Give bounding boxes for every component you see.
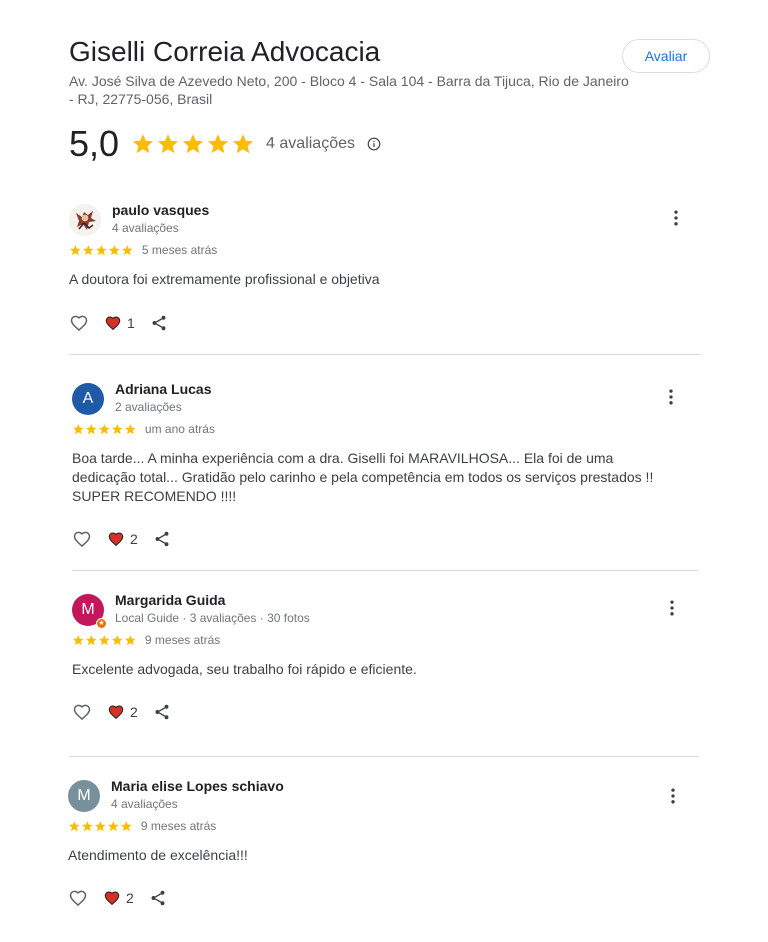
- review-stars: 5 meses atrás: [69, 243, 217, 257]
- heart-icon: [104, 314, 122, 332]
- share-icon[interactable]: [149, 889, 167, 907]
- avatar-letter: M: [77, 787, 91, 804]
- review-actions: 2: [72, 702, 171, 722]
- reviewer-meta: Local Guide · 3 avaliações · 30 fotos: [115, 611, 310, 625]
- reviewer-name[interactable]: Adriana Lucas: [115, 381, 211, 397]
- review-text: Atendimento de excelência!!!: [68, 847, 248, 863]
- reviewer-name[interactable]: Maria elise Lopes schiavo: [111, 778, 284, 794]
- star-icon: [111, 634, 124, 647]
- review-text: A doutora foi extremamente profissional …: [69, 271, 380, 287]
- star-icon: [121, 244, 134, 257]
- reviewer-meta: 4 avaliações: [112, 221, 179, 235]
- avatar[interactable]: M: [68, 780, 100, 812]
- like-icon[interactable]: [68, 888, 88, 908]
- business-address: Av. José Silva de Azevedo Neto, 200 - Bl…: [69, 73, 629, 107]
- more-options-icon[interactable]: [663, 786, 683, 806]
- rating-stars: [131, 132, 256, 156]
- likes-indicator[interactable]: 2: [107, 530, 138, 548]
- review-text: Boa tarde... A minha experiência com a d…: [72, 450, 654, 504]
- likes-indicator[interactable]: 2: [107, 703, 138, 721]
- star-icon: [72, 423, 85, 436]
- overall-rating: 5,0 4 avaliações: [69, 124, 709, 164]
- reviewer-meta: 4 avaliações: [111, 797, 178, 811]
- divider: [69, 756, 699, 757]
- heart-icon: [107, 530, 125, 548]
- reviewer-name[interactable]: paulo vasques: [112, 202, 209, 218]
- like-count: 2: [126, 890, 134, 906]
- like-count: 2: [130, 531, 138, 547]
- star-icon: [98, 423, 111, 436]
- share-icon[interactable]: [150, 314, 168, 332]
- review-count: 4 avaliações: [266, 135, 355, 152]
- review-date: um ano atrás: [144, 422, 215, 436]
- star-icon: [108, 244, 121, 257]
- star-icon: [206, 132, 230, 156]
- review-actions: 2: [68, 888, 167, 908]
- star-icon: [85, 423, 98, 436]
- review-date: 9 meses atrás: [144, 633, 221, 647]
- review-date: 9 meses atrás: [140, 819, 217, 833]
- avatar[interactable]: M ★: [72, 594, 107, 629]
- star-icon: [95, 244, 108, 257]
- star-icon: [120, 820, 133, 833]
- like-icon[interactable]: [69, 313, 89, 333]
- star-icon: [72, 634, 85, 647]
- avatar[interactable]: A: [72, 383, 104, 415]
- star-icon: [131, 132, 155, 156]
- star-icon: [181, 132, 205, 156]
- like-icon[interactable]: [72, 529, 92, 549]
- info-icon[interactable]: [367, 137, 381, 151]
- star-icon: [69, 244, 82, 257]
- heart-icon: [107, 703, 125, 721]
- reviewer-meta: 2 avaliações: [115, 400, 182, 414]
- star-icon: [85, 634, 98, 647]
- business-title: Giselli Correia Advocacia: [69, 36, 381, 67]
- star-icon: [231, 132, 255, 156]
- likes-indicator[interactable]: 2: [103, 889, 134, 907]
- star-icon: [98, 634, 111, 647]
- divider: [72, 570, 698, 571]
- review-actions: 1: [69, 313, 168, 333]
- illustrated-avatar-icon: [69, 204, 101, 236]
- star-icon: [124, 423, 137, 436]
- local-guide-star-icon: ★: [96, 618, 107, 629]
- review-actions: 2: [72, 529, 171, 549]
- avatar-letter: M: [81, 601, 95, 618]
- more-options-icon[interactable]: [662, 598, 682, 618]
- rate-button[interactable]: Avaliar: [622, 39, 710, 73]
- avatar[interactable]: [69, 204, 101, 236]
- avatar-letter: A: [82, 390, 94, 407]
- more-options-icon[interactable]: [661, 387, 681, 407]
- divider: [69, 354, 701, 355]
- review-stars: um ano atrás: [72, 422, 215, 436]
- heart-icon: [103, 889, 121, 907]
- star-icon: [82, 244, 95, 257]
- more-options-icon[interactable]: [666, 208, 686, 228]
- star-icon: [81, 820, 94, 833]
- share-icon[interactable]: [153, 703, 171, 721]
- star-icon: [68, 820, 81, 833]
- star-icon: [124, 634, 137, 647]
- review-stars: 9 meses atrás: [72, 633, 220, 647]
- review-stars: 9 meses atrás: [68, 819, 216, 833]
- reviewer-name[interactable]: Margarida Guida: [115, 592, 225, 608]
- share-icon[interactable]: [153, 530, 171, 548]
- like-icon[interactable]: [72, 702, 92, 722]
- business-header: Giselli Correia Advocacia Av. José Silva…: [69, 34, 709, 164]
- rating-value: 5,0: [69, 123, 120, 164]
- star-icon: [107, 820, 120, 833]
- like-count: 1: [127, 315, 135, 331]
- star-icon: [156, 132, 180, 156]
- star-icon: [94, 820, 107, 833]
- likes-indicator[interactable]: 1: [104, 314, 135, 332]
- like-count: 2: [130, 704, 138, 720]
- star-icon: [111, 423, 124, 436]
- review-text: Excelente advogada, seu trabalho foi ráp…: [72, 661, 417, 677]
- review-date: 5 meses atrás: [141, 243, 218, 257]
